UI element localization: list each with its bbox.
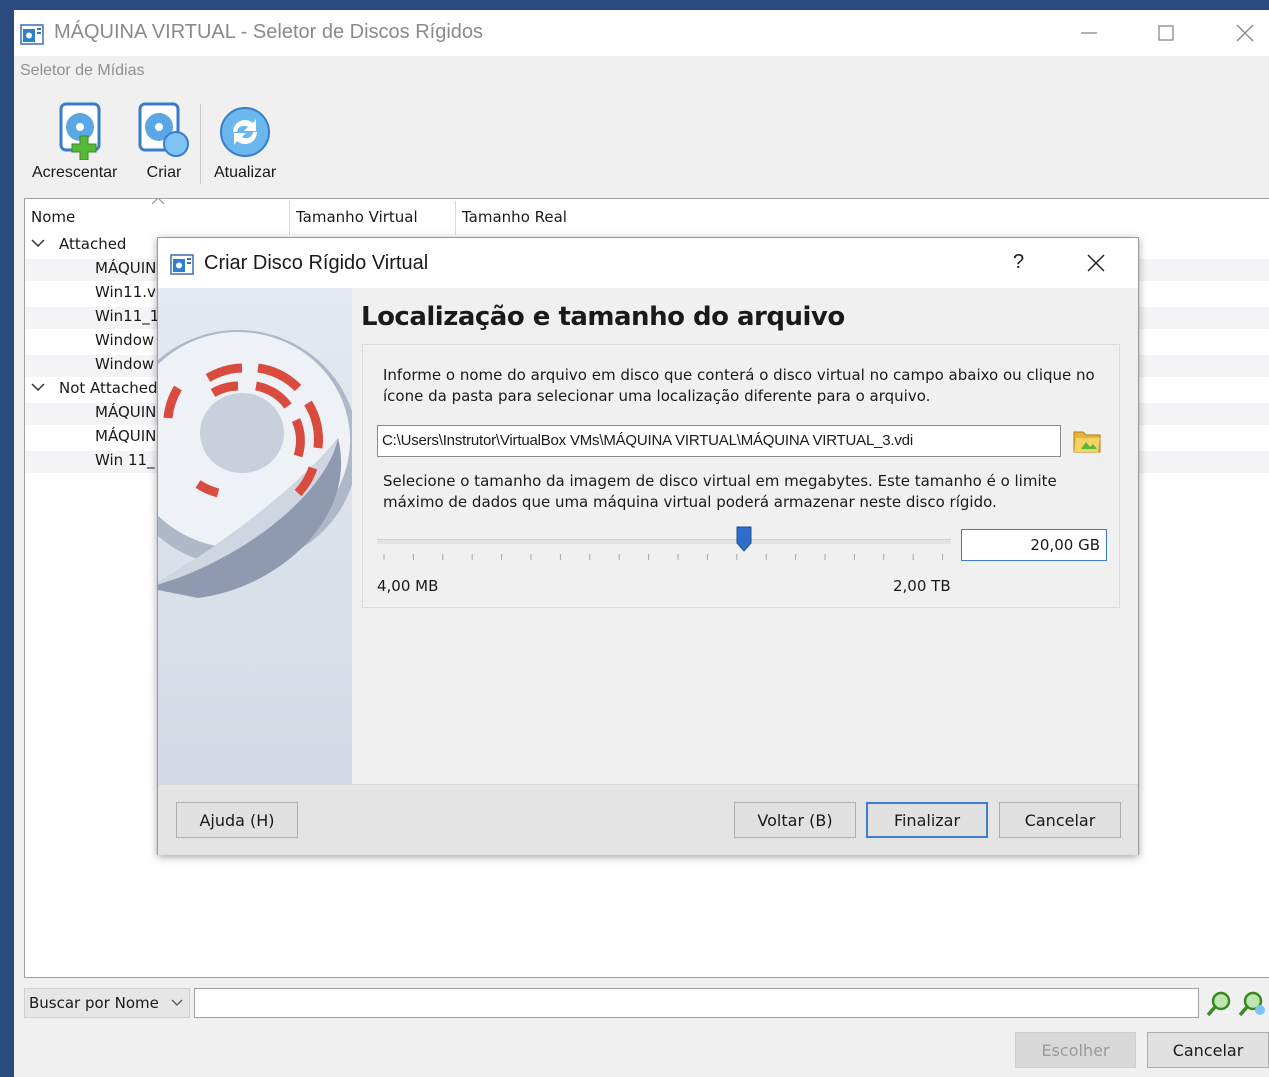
sort-ascending-icon bbox=[151, 199, 165, 205]
refresh-icon bbox=[220, 107, 271, 157]
chevron-down-icon bbox=[31, 239, 45, 248]
add-disk-icon bbox=[59, 102, 101, 160]
search-previous-icon[interactable] bbox=[1204, 990, 1234, 1018]
add-disk-label: Acrescentar bbox=[32, 164, 118, 181]
toolbar-separator bbox=[200, 104, 201, 184]
help-button[interactable]: Ajuda (H) bbox=[176, 802, 298, 838]
virtualbox-app-icon bbox=[170, 254, 194, 275]
create-disk-label: Criar bbox=[146, 164, 182, 181]
dialog-titlebar: Criar Disco Rígido Virtual ? bbox=[158, 238, 1138, 288]
size-input[interactable]: 20,00 GB bbox=[961, 529, 1107, 561]
list-item[interactable]: MÁQUIN bbox=[95, 259, 157, 283]
choose-button[interactable]: Escolher bbox=[1015, 1032, 1136, 1068]
list-item[interactable]: Win 11_ bbox=[95, 451, 157, 475]
file-path-input[interactable]: C:\Users\Instrutor\VirtualBox VMs\MÁQUIN… bbox=[377, 425, 1061, 457]
search-next-icon[interactable] bbox=[1238, 990, 1268, 1018]
window-title: MÁQUINA VIRTUAL - Seletor de Discos Rígi… bbox=[54, 21, 484, 43]
column-divider bbox=[455, 201, 456, 235]
maximize-icon bbox=[1158, 25, 1174, 41]
size-instructions: Selecione o tamanho da imagem de disco v… bbox=[383, 472, 1057, 511]
column-header-actual-size[interactable]: Tamanho Real bbox=[462, 199, 662, 235]
list-item[interactable]: Window bbox=[95, 355, 157, 379]
cancel-button[interactable]: Cancelar bbox=[1147, 1032, 1269, 1068]
column-divider bbox=[289, 201, 290, 235]
group-row-attached[interactable]: Attached bbox=[31, 235, 126, 259]
window-subtitle: Seletor de Mídias bbox=[20, 62, 145, 79]
maximize-button[interactable] bbox=[1131, 10, 1201, 56]
create-disk-icon bbox=[138, 102, 189, 157]
minimize-button[interactable] bbox=[1054, 10, 1124, 56]
help-question-button[interactable]: ? bbox=[1013, 251, 1024, 274]
list-item[interactable]: Window bbox=[95, 331, 157, 355]
finish-button[interactable]: Finalizar bbox=[866, 802, 988, 838]
virtualbox-app-icon bbox=[20, 24, 44, 45]
size-slider-track[interactable] bbox=[377, 539, 951, 544]
close-dialog-icon[interactable] bbox=[1086, 253, 1106, 273]
group-row-not-attached[interactable]: Not Attached bbox=[31, 379, 158, 403]
dialog-title: Criar Disco Rígido Virtual bbox=[204, 252, 429, 274]
wizard-side-image bbox=[158, 288, 352, 784]
refresh-label: Atualizar bbox=[214, 164, 277, 181]
cancel-dialog-button[interactable]: Cancelar bbox=[999, 802, 1121, 838]
hard-disk-illustration bbox=[158, 288, 352, 784]
create-disk-button[interactable]: Criar bbox=[134, 100, 194, 182]
list-item[interactable]: Win11_1 bbox=[95, 307, 157, 331]
search-mode-select[interactable]: Buscar por Nome bbox=[24, 988, 190, 1018]
folder-icon[interactable] bbox=[1073, 427, 1101, 453]
slider-max-label: 2,00 TB bbox=[893, 577, 951, 595]
page-heading: Localização e tamanho do arquivo bbox=[361, 302, 845, 332]
settings-group: Informe o nome do arquivo em disco que c… bbox=[362, 344, 1120, 608]
minimize-icon bbox=[1081, 32, 1097, 34]
list-item[interactable]: MÁQUIN bbox=[95, 427, 157, 451]
location-instructions: Informe o nome do arquivo em disco que c… bbox=[383, 366, 1095, 405]
close-icon bbox=[1236, 24, 1254, 42]
create-virtual-disk-dialog: Criar Disco Rígido Virtual ? Localização… bbox=[157, 237, 1139, 855]
column-header-virtual-size[interactable]: Tamanho Virtual bbox=[296, 199, 456, 235]
search-input[interactable] bbox=[194, 988, 1199, 1018]
slider-min-label: 4,00 MB bbox=[377, 577, 439, 595]
add-disk-button[interactable]: Acrescentar bbox=[32, 100, 117, 182]
chevron-down-icon bbox=[171, 999, 183, 1006]
size-slider-ticks bbox=[383, 554, 944, 560]
size-slider-thumb[interactable] bbox=[736, 526, 752, 552]
dialog-footer: Ajuda (H) Voltar (B) Finalizar Cancelar bbox=[158, 784, 1138, 855]
refresh-button[interactable]: Atualizar bbox=[214, 100, 276, 182]
wizard-page: Localização e tamanho do arquivo Informe… bbox=[352, 288, 1138, 784]
window-titlebar: MÁQUINA VIRTUAL - Seletor de Discos Rígi… bbox=[14, 10, 1269, 56]
close-window-button[interactable] bbox=[1210, 10, 1269, 56]
list-item[interactable]: MÁQUIN bbox=[95, 403, 157, 427]
list-item[interactable]: Win11.v bbox=[95, 283, 157, 307]
column-header-name[interactable]: Nome bbox=[31, 199, 287, 235]
chevron-down-icon bbox=[31, 383, 45, 392]
back-button[interactable]: Voltar (B) bbox=[734, 802, 856, 838]
